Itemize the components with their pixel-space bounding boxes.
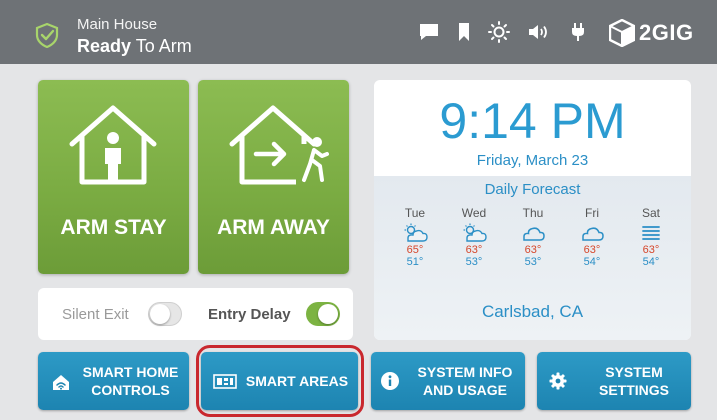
cloudy-icon [582,227,604,241]
arm-options-panel: Silent Exit Entry Delay [38,288,353,340]
low-temp: 51° [406,256,424,268]
silent-exit-toggle[interactable] [148,302,182,326]
label-line1: SYSTEM [605,364,663,380]
toggle-knob [318,304,338,324]
entry-delay-toggle[interactable] [306,302,340,326]
message-icon[interactable] [417,20,441,44]
low-temp: 54° [583,256,601,268]
clock-date: Friday, March 23 [476,152,589,169]
bookmark-icon[interactable] [456,20,472,44]
low-temp: 53° [524,256,542,268]
arm-status[interactable]: Ready To Arm [77,36,192,57]
daily-forecast: Daily Forecast Tue 65° 51° Wed 63° 53° T… [374,176,691,340]
shield-check-icon [35,22,59,48]
brand-name: 2GIG [639,20,694,45]
smart-home-controls-button[interactable]: SMART HOME CONTROLS [38,352,189,410]
house-person-icon [69,105,157,185]
entry-delay-label: Entry Delay [208,306,291,323]
high-temp: 63° [465,244,483,256]
system-name: Main House [77,16,158,33]
high-temp: 65° [406,244,424,256]
silent-exit-label: Silent Exit [62,306,129,323]
low-temp: 53° [465,256,483,268]
arm-stay-button[interactable]: ARM STAY [38,80,189,274]
home-wifi-icon [53,375,69,390]
cube-logo-icon [609,19,635,47]
system-info-label: SYSTEM INFO AND USAGE [409,352,521,410]
cloudy-icon [523,227,545,241]
smart-home-controls-label: SMART HOME CONTROLS [78,352,183,410]
partly-sunny-icon [404,223,428,242]
gear-icon [549,372,567,390]
forecast-day: Wed 63° 53° [449,206,499,268]
low-temp: 54° [642,256,660,268]
forecast-title: Daily Forecast [484,181,581,198]
partly-sunny-icon [463,223,487,242]
day-name: Tue [404,206,426,220]
system-settings-button[interactable]: SYSTEM SETTINGS [537,352,691,410]
label-line1: SYSTEM INFO [417,364,513,380]
arm-stay-label: ARM STAY [60,216,167,239]
day-name: Thu [522,206,544,220]
forecast-day: Fri 63° 54° [567,206,617,268]
label-line2: CONTROLS [91,382,170,398]
toggle-knob [150,304,170,324]
system-info-usage-button[interactable]: SYSTEM INFO AND USAGE [371,352,525,410]
fog-icon [642,226,660,240]
day-name: Wed [461,206,487,220]
high-temp: 63° [524,244,542,256]
forecast-day: Tue 65° 51° [390,206,440,268]
smart-areas-highlight [196,345,364,417]
clock-time: 9:14 PM [439,93,626,149]
forecast-day: Sat 63° 54° [626,206,676,268]
forecast-day: Thu 63° 53° [508,206,558,268]
brand-logo: 2GIG [609,18,694,48]
high-temp: 63° [583,244,601,256]
brightness-icon[interactable] [487,20,511,44]
house-leaving-icon [229,105,329,185]
high-temp: 63° [642,244,660,256]
label-line2: SETTINGS [598,382,669,398]
status-bar: Main House Ready To Arm 2GIG [0,0,717,64]
day-name: Fri [585,206,599,220]
day-name: Sat [641,206,660,220]
power-plug-icon[interactable] [569,20,587,44]
info-icon [381,372,399,390]
arm-status-bold: Ready [77,36,132,56]
weather-location: Carlsbad, CA [481,302,584,321]
volume-icon[interactable] [527,20,551,44]
arm-status-rest: To Arm [131,36,192,56]
label-line2: AND USAGE [422,382,507,398]
system-settings-label: SYSTEM SETTINGS [581,352,687,410]
arm-away-label: ARM AWAY [217,216,330,239]
label-line1: SMART HOME [82,364,179,380]
clock-weather-card: 9:14 PM Friday, March 23 Daily Forecast … [374,80,691,340]
arm-away-button[interactable]: ARM AWAY [198,80,349,274]
